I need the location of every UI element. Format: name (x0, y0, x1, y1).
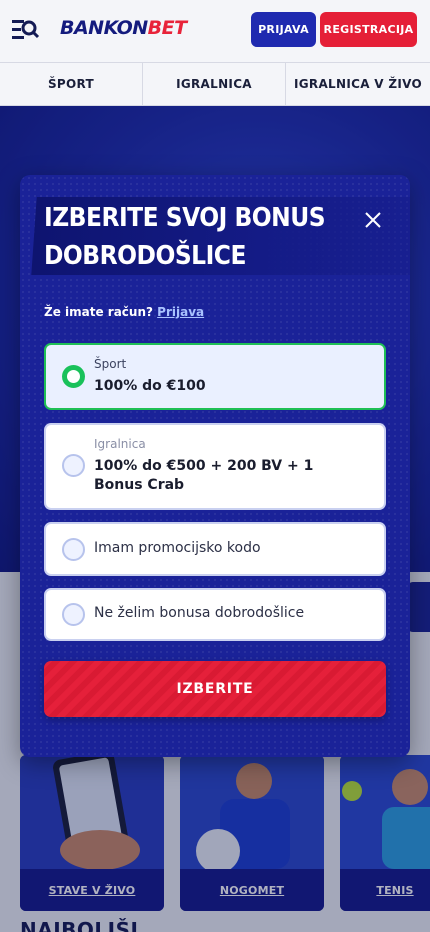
account-prompt-text: Že imate račun? (44, 305, 153, 319)
option-text: Imam promocijsko kodo (94, 540, 261, 556)
radio-icon[interactable] (62, 603, 85, 626)
radio-icon[interactable] (62, 538, 85, 561)
search-menu-icon[interactable] (10, 16, 42, 44)
brand-logo[interactable]: BANKONBET (60, 17, 187, 39)
option-category: Igralnica (94, 437, 146, 451)
option-text: 100% do €100 (94, 378, 206, 394)
modal-title: IZBERITE SVOJ BONUS DOBRODOŠLICE (44, 203, 326, 271)
bonus-option-promo-code[interactable]: Imam promocijsko kodo (44, 522, 386, 576)
option-category: Šport (94, 357, 127, 371)
bonus-option-casino[interactable]: Igralnica 100% do €500 + 200 BV + 1 Bonu… (44, 423, 386, 510)
account-prompt: Že imate račun? Prijava (44, 305, 204, 319)
main-nav: ŠPORT IGRALNICA IGRALNICA V ŽIVO (0, 62, 430, 106)
header: BANKONBET PRIJAVA REGISTRACIJA (0, 0, 430, 62)
close-icon[interactable] (356, 203, 390, 237)
option-text: 100% do €500 + 200 BV + 1 Bonus Crab (94, 458, 314, 493)
welcome-bonus-modal: IZBERITE SVOJ BONUS DOBRODOŠLICE Že imat… (20, 175, 410, 757)
radio-selected-icon[interactable] (62, 365, 85, 388)
register-button[interactable]: REGISTRACIJA (320, 12, 417, 47)
radio-icon[interactable] (62, 454, 85, 477)
nav-item-sport[interactable]: ŠPORT (0, 63, 143, 105)
login-link[interactable]: Prijava (157, 305, 204, 319)
option-text: Ne želim bonusa dobrodošlice (94, 605, 305, 621)
login-button[interactable]: PRIJAVA (251, 12, 316, 47)
bonus-option-sport[interactable]: Šport 100% do €100 (44, 343, 386, 410)
choose-bonus-button[interactable]: IZBERITE (44, 661, 386, 717)
bonus-option-no-bonus[interactable]: Ne želim bonusa dobrodošlice (44, 588, 386, 641)
nav-item-casino[interactable]: IGRALNICA (143, 63, 286, 105)
nav-item-live-casino[interactable]: IGRALNICA V ŽIVO (286, 63, 430, 105)
